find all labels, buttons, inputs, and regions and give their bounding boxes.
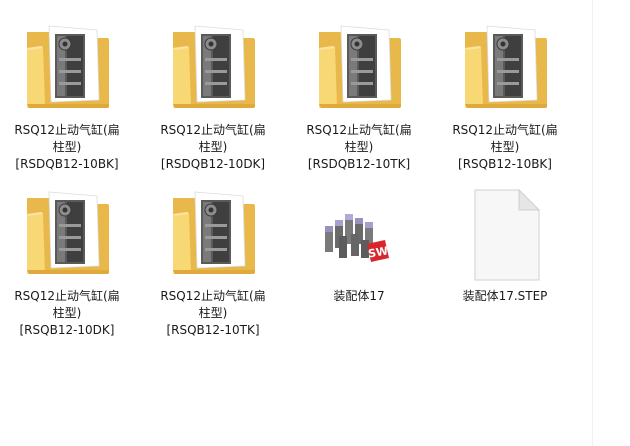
folder-icon (311, 18, 407, 118)
folder-item-rsdqb12-10dk[interactable]: RSQ12止动气缸(扁 柱型) [RSDQB12-10DK] (148, 18, 278, 173)
item-label: 装配体17.STEP (462, 289, 548, 303)
folder-item-rsqb12-10tk[interactable]: RSQ12止动气缸(扁 柱型) [RSQB12-10TK] (148, 184, 278, 339)
assembly-file-item[interactable]: 装配体17 (294, 184, 424, 305)
item-label: RSQ12止动气缸(扁 柱型) [RSQB12-10BK] (452, 123, 558, 171)
folder-icon (19, 184, 115, 284)
folder-item-rsdqb12-10tk[interactable]: RSQ12止动气缸(扁 柱型) [RSDQB12-10TK] (294, 18, 424, 173)
item-label: 装配体17 (333, 289, 385, 303)
folder-item-rsdqb12-10bk[interactable]: RSQ12止动气缸(扁 柱型) [RSDQB12-10BK] (2, 18, 132, 173)
folder-icon (19, 18, 115, 118)
item-label: RSQ12止动气缸(扁 柱型) [RSDQB12-10BK] (14, 123, 120, 171)
vertical-scrollbar[interactable] (592, 0, 630, 446)
solidworks-assembly-icon (311, 184, 407, 284)
folder-icon (457, 18, 553, 118)
folder-item-rsqb12-10bk[interactable]: RSQ12止动气缸(扁 柱型) [RSQB12-10BK] (440, 18, 570, 173)
item-label: RSQ12止动气缸(扁 柱型) [RSDQB12-10TK] (306, 123, 412, 171)
folder-item-rsqb12-10dk[interactable]: RSQ12止动气缸(扁 柱型) [RSQB12-10DK] (2, 184, 132, 339)
folder-icon (165, 184, 261, 284)
item-label: RSQ12止动气缸(扁 柱型) [RSQB12-10TK] (160, 289, 266, 337)
file-list-pane: RSQ12止动气缸(扁 柱型) [RSDQB12-10BK] RSQ12止动气缸… (0, 0, 592, 446)
item-label: RSQ12止动气缸(扁 柱型) [RSQB12-10DK] (14, 289, 120, 337)
folder-icon (165, 18, 261, 118)
item-label: RSQ12止动气缸(扁 柱型) [RSDQB12-10DK] (160, 123, 266, 171)
blank-document-icon (457, 184, 553, 284)
step-file-item[interactable]: 装配体17.STEP (440, 184, 570, 305)
